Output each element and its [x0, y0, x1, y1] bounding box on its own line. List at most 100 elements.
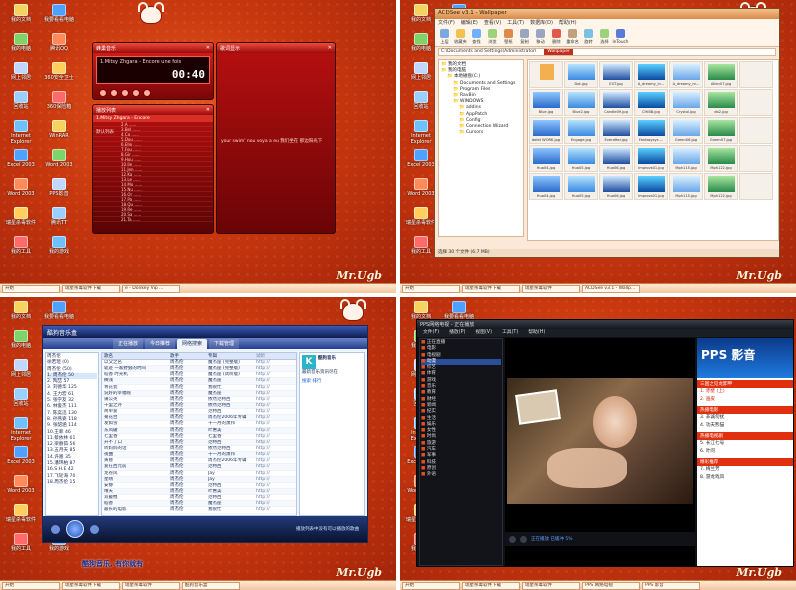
- taskbar-item[interactable]: 瑞星杀毒软件下载: [462, 284, 520, 293]
- thumbnail[interactable]: Blue.jpg: [529, 89, 563, 116]
- start-button[interactable]: 开始: [402, 284, 460, 293]
- tab-0[interactable]: 正在播放: [113, 339, 144, 349]
- taskbar-item[interactable]: PPS 网络电视: [582, 581, 640, 590]
- toolbar-button[interactable]: 重命名: [566, 29, 579, 44]
- toolbar-button[interactable]: 查找: [470, 29, 483, 44]
- thumbnail[interactable]: Allen07.jpg: [704, 61, 738, 88]
- thumbnail[interactable]: Crystal.jpg: [669, 89, 703, 116]
- pause-button[interactable]: [121, 89, 129, 97]
- menu-item[interactable]: 文件(F): [438, 19, 455, 27]
- acdsee-title-bar[interactable]: ACDSee v3.1 - Wallpaper: [435, 9, 779, 19]
- desktop-icon[interactable]: Excel 2003: [2, 149, 40, 168]
- playlist-group[interactable]: 默认列表: [96, 129, 114, 135]
- channel-item[interactable]: 外语: [421, 472, 501, 478]
- thumbnail[interactable]: Improvs01.jpg: [634, 145, 668, 172]
- tree-item[interactable]: 📁 Documents and Settings: [441, 81, 521, 87]
- thumbnail[interactable]: Mph115.jpg: [669, 145, 703, 172]
- info-link[interactable]: 排行: [312, 379, 321, 384]
- acdsee-window[interactable]: ACDSee v3.1 - Wallpaper 文件(F) 编辑(E) 查看(V) 工…: [434, 8, 780, 258]
- taskbar-item[interactable]: 瑞星杀毒软件下载: [62, 284, 120, 293]
- desktop-icon[interactable]: 我的文档: [2, 301, 40, 320]
- playlist-title-bar[interactable]: 播放列表 ✕: [93, 105, 213, 115]
- thumbnail[interactable]: Fantasysys....: [634, 117, 668, 144]
- taskbar-item[interactable]: 瑞星杀毒软件: [122, 581, 180, 590]
- thumbnail[interactable]: Hua04.jpg: [529, 173, 563, 200]
- thumbnail[interactable]: A_dreamy_m...: [669, 61, 703, 88]
- recommend-item[interactable]: 8. 游龙戏凤: [697, 474, 793, 482]
- pps-ad-banner[interactable]: PPS 影音: [697, 338, 793, 378]
- desktop-icon[interactable]: 我要看看电脑: [40, 4, 78, 23]
- taskbar-item[interactable]: 瑞星杀毒软件下载: [462, 581, 520, 590]
- menu-item[interactable]: 查看(V): [484, 19, 501, 27]
- play-button[interactable]: [509, 535, 516, 543]
- desktop-icon[interactable]: 我的工具: [2, 236, 40, 255]
- thumbnail[interactable]: dolet WORK.jpg: [529, 117, 563, 144]
- thumbnail[interactable]: Hua05.jpg: [564, 173, 598, 200]
- thumbnail[interactable]: Engage.jpg: [564, 117, 598, 144]
- player-title-bar[interactable]: 蜂巢音乐 ✕: [93, 43, 213, 53]
- desktop-icon[interactable]: 腾讯TT: [40, 207, 78, 226]
- desktop-icon[interactable]: Excel 2003: [2, 446, 40, 465]
- desktop-icon[interactable]: Internet Explorer: [2, 417, 40, 442]
- song-row[interactable]: 最长的电影 周杰伦 我很忙 http://: [102, 507, 296, 514]
- desktop-icon[interactable]: WinRAR: [40, 120, 78, 139]
- desktop-icon[interactable]: 瑞星杀毒软件: [2, 207, 40, 226]
- close-icon[interactable]: ✕: [206, 45, 210, 51]
- menu-item[interactable]: 工具(T): [502, 329, 518, 337]
- thumbnail[interactable]: Candle09.jpg: [599, 89, 633, 116]
- menu-item[interactable]: 视图(V): [475, 329, 492, 337]
- prev-button[interactable]: [99, 89, 107, 97]
- tab-1[interactable]: 今日推荐: [145, 339, 176, 349]
- thumbnail[interactable]: EGT.jpg: [599, 61, 633, 88]
- thumbnail[interactable]: Hua06.jpg: [599, 145, 633, 172]
- info-link[interactable]: 搜索: [302, 379, 312, 384]
- recommend-item[interactable]: 5. 长江七号: [697, 440, 793, 448]
- tab-3[interactable]: 下载管理: [209, 339, 240, 349]
- toolbar-button[interactable]: 选择: [598, 29, 611, 44]
- toolbar-button[interactable]: InTouch: [613, 29, 628, 44]
- thumbnail[interactable]: db2.jpg: [704, 89, 738, 116]
- pps-title-bar[interactable]: PPS网络电视 - 正在播放: [417, 320, 793, 329]
- desktop-icon[interactable]: Word 2003: [40, 149, 78, 168]
- thumbnail[interactable]: A_dreamy_in...: [634, 61, 668, 88]
- next-button[interactable]: [143, 89, 151, 97]
- tree-item[interactable]: 📁 Cursors: [441, 130, 521, 136]
- desktop-icon[interactable]: 瑞星杀毒软件: [2, 504, 40, 523]
- recommend-item[interactable]: 6. 叶问: [697, 448, 793, 456]
- toolbar-button[interactable]: 收藏夹: [454, 29, 467, 44]
- thumbnail[interactable]: Mph122.jpg: [704, 145, 738, 172]
- video-player[interactable]: 正在播放 已缓冲 5%: [505, 338, 695, 566]
- desktop-icon[interactable]: 我的文档: [2, 4, 40, 23]
- menu-item[interactable]: 编辑(E): [461, 19, 478, 27]
- play-button[interactable]: [66, 520, 84, 538]
- start-button[interactable]: 开始: [2, 581, 60, 590]
- music-box-window[interactable]: 酷狗音乐盒 正在播放 今日推荐 网络搜索 下载管理 周杰伦 徐若瑄 (0) 周杰伦 (50…: [42, 325, 368, 543]
- desktop-icon[interactable]: 我的文档: [402, 301, 440, 320]
- toolbar-button[interactable]: 上层: [438, 29, 451, 44]
- menu-item[interactable]: 工具(T): [507, 19, 524, 27]
- desktop-icon[interactable]: 我要看看电脑: [440, 301, 478, 320]
- thumbnail[interactable]: [739, 173, 773, 200]
- column-header[interactable]: 试听: [256, 353, 296, 359]
- playlist-current[interactable]: 1.Mitsy Zhgara - Encore: [93, 115, 213, 122]
- column-header[interactable]: 专辑: [208, 353, 256, 359]
- stop-button[interactable]: [520, 535, 527, 543]
- thumbnail[interactable]: Blue2.jpg: [564, 89, 598, 116]
- thumbnail[interactable]: Hua05.jpg: [564, 145, 598, 172]
- desktop-icon[interactable]: 我的游戏: [40, 236, 78, 255]
- desktop-icon[interactable]: Word 2003: [2, 178, 40, 197]
- recommend-item[interactable]: 4. 功夫熊猫: [697, 422, 793, 430]
- column-header[interactable]: 歌手: [170, 353, 208, 359]
- thumbnail[interactable]: Mph122.jpg: [704, 173, 738, 200]
- taskbar-item[interactable]: 瑞星杀毒软件: [522, 581, 580, 590]
- stop-button[interactable]: [132, 89, 140, 97]
- desktop-icon[interactable]: 我的电脑: [2, 330, 40, 349]
- thumbnail[interactable]: Hua06.jpg: [599, 173, 633, 200]
- music-title-bar[interactable]: 酷狗音乐盒: [43, 326, 367, 338]
- recommend-item[interactable]: 2. 画皮: [697, 396, 793, 404]
- thumbnail[interactable]: CHIBB.jpg: [634, 89, 668, 116]
- taskbar-item[interactable]: 瑞星杀毒软件下载: [62, 581, 120, 590]
- toolbar-button[interactable]: 壁纸: [502, 29, 515, 44]
- thumbnail[interactable]: [739, 89, 773, 116]
- menu-item[interactable]: 文件(F): [423, 329, 439, 337]
